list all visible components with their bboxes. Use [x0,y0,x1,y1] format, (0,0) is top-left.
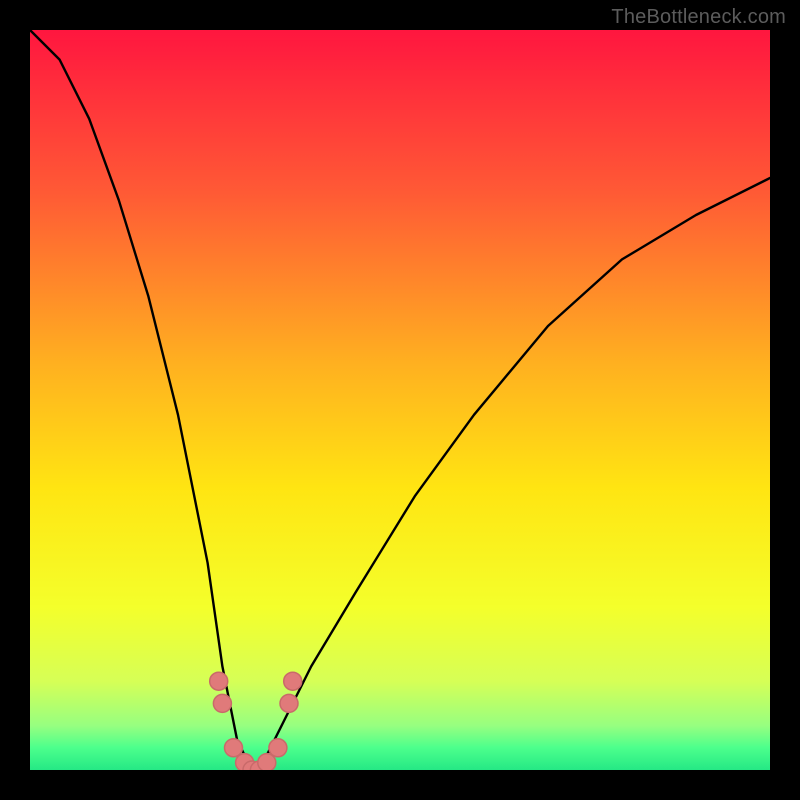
plot-area [30,30,770,770]
watermark-text: TheBottleneck.com [611,6,786,29]
heatmap-gradient [30,30,770,770]
chart-frame: TheBottleneck.com [0,0,800,800]
